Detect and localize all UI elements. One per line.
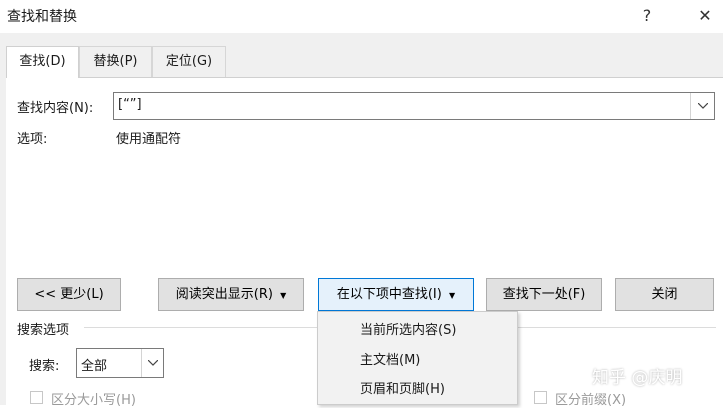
options-label: 选项: <box>17 132 48 147</box>
chevron-down-icon <box>147 360 158 366</box>
find-in-label: 在以下项中查找(I) <box>336 287 442 302</box>
less-button[interactable]: << 更少(L) <box>17 278 121 311</box>
match-case-checkbox[interactable] <box>30 391 43 404</box>
menu-item-headers-footers[interactable]: 页眉和页脚(H) <box>360 378 445 397</box>
caret-down-icon: ▼ <box>280 291 287 300</box>
reading-highlight-label: 阅读突出显示(R) <box>175 287 273 302</box>
match-prefix-label: 区分前缀(X) <box>555 393 627 408</box>
find-input[interactable]: [“”] <box>113 92 715 120</box>
chevron-down-icon <box>697 103 708 109</box>
find-label: 查找内容(N): <box>17 101 94 116</box>
match-prefix-checkbox[interactable] <box>534 391 547 404</box>
search-direction-select[interactable]: 全部 <box>76 348 164 378</box>
reading-highlight-button[interactable]: 阅读突出显示(R) ▼ <box>158 278 304 311</box>
tab-goto-label: 定位(G) <box>165 54 213 69</box>
match-case-label: 区分大小写(H) <box>51 393 136 408</box>
menu-item-main-document[interactable]: 主文档(M) <box>360 349 420 368</box>
caret-down-icon: ▼ <box>448 291 456 300</box>
find-next-button[interactable]: 查找下一处(F) <box>486 278 602 311</box>
dialog-title: 查找和替换 <box>7 9 77 25</box>
search-direction-dropdown[interactable] <box>141 349 163 377</box>
close-window-button[interactable]: ✕ <box>690 4 720 28</box>
search-direction-label: 搜索: <box>29 359 60 374</box>
tab-find-label: 查找(D) <box>19 54 66 69</box>
tab-goto[interactable]: 定位(G) <box>152 46 226 77</box>
menu-item-current-selection[interactable]: 当前所选内容(S) <box>360 319 456 338</box>
options-value: 使用通配符 <box>116 132 182 147</box>
search-options-heading: 搜索选项 <box>17 323 70 338</box>
close-button[interactable]: 关闭 <box>615 278 714 311</box>
help-button[interactable]: ? <box>632 4 662 28</box>
tab-replace[interactable]: 替换(P) <box>79 46 152 77</box>
tab-find[interactable]: 查找(D) <box>6 46 79 78</box>
search-direction-value: 全部 <box>81 359 108 374</box>
watermark: 知乎 @庆明 <box>592 368 683 388</box>
find-in-button[interactable]: 在以下项中查找(I) ▼ <box>318 278 474 311</box>
find-in-menu: 当前所选内容(S) 主文档(M) 页眉和页脚(H) <box>317 311 518 405</box>
find-history-dropdown[interactable] <box>690 93 714 119</box>
tab-replace-label: 替换(P) <box>93 54 138 69</box>
find-input-value: [“”] <box>118 97 142 112</box>
